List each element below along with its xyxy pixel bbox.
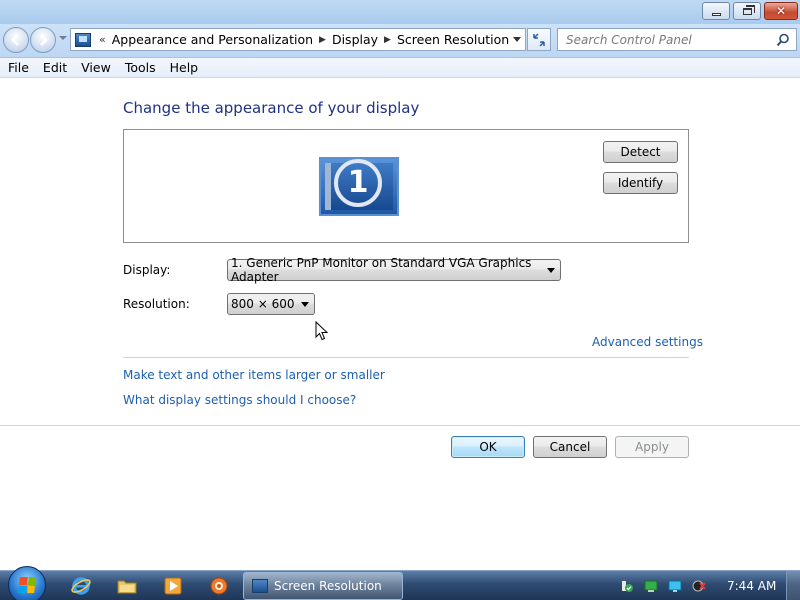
breadcrumb-appearance[interactable]: Appearance and Personalization xyxy=(112,32,313,47)
ok-button[interactable]: OK xyxy=(451,436,525,458)
back-arrow-icon xyxy=(11,34,19,46)
display-select-value: 1. Generic PnP Monitor on Standard VGA G… xyxy=(231,256,532,284)
control-panel-icon xyxy=(75,32,91,47)
taskbar-screen-resolution[interactable]: Screen Resolution xyxy=(243,572,403,600)
dropdown-arrow-icon xyxy=(301,302,309,307)
minimize-button[interactable] xyxy=(702,2,730,20)
display-select[interactable]: 1. Generic PnP Monitor on Standard VGA G… xyxy=(227,256,561,284)
title-bar: ✕ xyxy=(0,0,800,24)
taskbar: Screen Resolution 7:44 AM xyxy=(0,566,800,600)
breadcrumb-separator-icon[interactable]: ▶ xyxy=(319,35,326,45)
menu-bar: File Edit View Tools Help xyxy=(0,58,800,78)
menu-help[interactable]: Help xyxy=(162,60,205,75)
identify-button[interactable]: Identify xyxy=(603,172,678,194)
cancel-button[interactable]: Cancel xyxy=(533,436,607,458)
media-player-icon[interactable] xyxy=(162,575,184,597)
taskbar-window-label: Screen Resolution xyxy=(274,579,382,593)
control-panel-icon xyxy=(252,579,268,593)
divider xyxy=(0,425,800,426)
display-icon[interactable] xyxy=(668,579,682,593)
search-box[interactable] xyxy=(557,28,797,51)
close-button[interactable]: ✕ xyxy=(764,2,798,20)
navigation-bar: « Appearance and Personalization ▶ Displ… xyxy=(0,24,800,58)
monitor-sidebar xyxy=(325,163,331,210)
minimize-icon xyxy=(711,12,721,16)
windows-logo-icon xyxy=(18,577,36,593)
resolution-select[interactable]: 800 × 600 xyxy=(227,293,315,315)
resolution-label: Resolution: xyxy=(123,297,190,311)
display-help-link[interactable]: What display settings should I choose? xyxy=(123,393,356,407)
close-icon: ✕ xyxy=(775,4,787,18)
divider xyxy=(123,357,689,358)
restore-button[interactable] xyxy=(733,2,761,20)
start-button[interactable] xyxy=(8,566,46,600)
refresh-button[interactable] xyxy=(527,28,551,51)
breadcrumb-separator-icon[interactable]: ▶ xyxy=(384,35,391,45)
forward-button[interactable] xyxy=(30,27,56,53)
breadcrumb-display[interactable]: Display xyxy=(332,32,378,47)
internet-explorer-icon[interactable] xyxy=(70,575,92,597)
back-button[interactable] xyxy=(3,27,29,53)
detect-button[interactable]: Detect xyxy=(603,141,678,163)
page-title: Change the appearance of your display xyxy=(123,99,420,117)
search-input[interactable] xyxy=(566,32,766,47)
monitor-number: 1 xyxy=(347,165,369,200)
apply-button[interactable]: Apply xyxy=(615,436,689,458)
refresh-icon xyxy=(533,32,545,47)
search-icon[interactable] xyxy=(776,33,790,47)
recent-pages-dropdown[interactable] xyxy=(59,36,67,40)
menu-edit[interactable]: Edit xyxy=(35,60,73,75)
menu-tools[interactable]: Tools xyxy=(117,60,162,75)
volume-muted-icon[interactable] xyxy=(692,579,706,593)
network-icon[interactable] xyxy=(644,579,658,593)
breadcrumb-overflow[interactable]: « xyxy=(99,33,106,46)
advanced-settings-link[interactable]: Advanced settings xyxy=(592,335,703,349)
windows-explorer-icon[interactable] xyxy=(116,575,138,597)
monitor-1-icon[interactable]: 1 xyxy=(319,157,399,216)
address-bar[interactable]: « Appearance and Personalization ▶ Displ… xyxy=(70,28,526,51)
clock[interactable]: 7:44 AM xyxy=(727,579,776,593)
action-center-icon[interactable] xyxy=(620,579,634,593)
text-size-link[interactable]: Make text and other items larger or smal… xyxy=(123,368,385,382)
monitor-number-badge: 1 xyxy=(334,159,382,207)
application-icon[interactable] xyxy=(208,575,230,597)
restore-icon xyxy=(742,4,755,15)
monitor-preview-panel: 1 Detect Identify xyxy=(123,129,689,243)
menu-view[interactable]: View xyxy=(73,60,117,75)
forward-arrow-icon xyxy=(40,34,48,46)
menu-file[interactable]: File xyxy=(0,60,35,75)
address-dropdown-icon[interactable] xyxy=(513,37,521,42)
resolution-select-value: 800 × 600 xyxy=(231,297,295,311)
display-label: Display: xyxy=(123,263,171,277)
dropdown-arrow-icon xyxy=(547,268,555,273)
mouse-cursor-icon xyxy=(315,321,329,341)
breadcrumb-screen-resolution[interactable]: Screen Resolution xyxy=(397,32,509,47)
show-desktop-button[interactable] xyxy=(786,571,800,600)
